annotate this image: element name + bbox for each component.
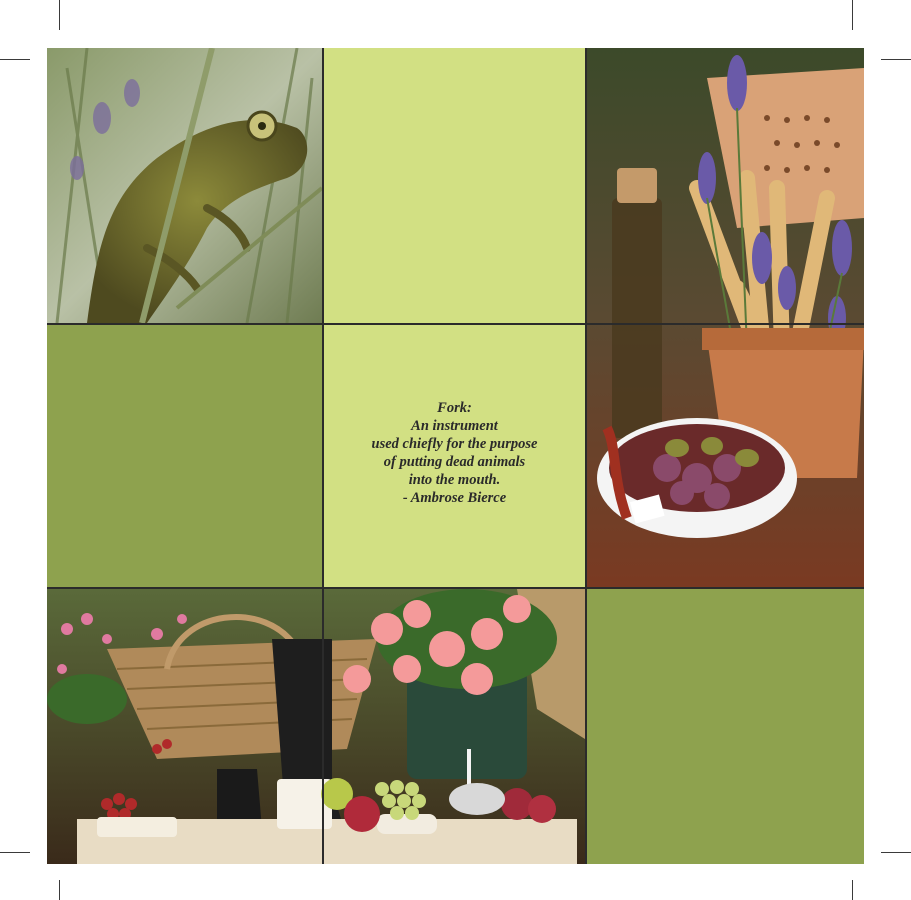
quote-line: Fork: — [437, 400, 472, 416]
crop-mark-top-left-v — [59, 0, 60, 30]
print-page: Fork: An instrument used chiefly for the… — [0, 0, 911, 900]
fork-quote: Fork: An instrument used chiefly for the… — [324, 399, 585, 507]
collage-grid: Fork: An instrument used chiefly for the… — [47, 48, 864, 864]
crop-mark-right-bottom-h — [881, 852, 911, 853]
chameleon-photo — [47, 48, 322, 323]
olive-panel-middle-left — [47, 325, 322, 587]
quote-line: used chiefly for the purpose — [371, 436, 538, 452]
crop-mark-bottom-left-v — [59, 880, 60, 900]
olive-panel-bottom-right — [587, 589, 864, 864]
quote-line: into the mouth. — [408, 472, 501, 488]
lavender-breadsticks-olives-photo — [587, 48, 864, 587]
crop-mark-left-bottom-h — [0, 852, 30, 853]
quote-line: An instrument — [411, 418, 498, 434]
quote-panel: Fork: An instrument used chiefly for the… — [324, 325, 585, 587]
light-green-panel-top — [324, 48, 585, 323]
quote-attribution: - Ambrose Bierce — [402, 490, 507, 506]
crop-mark-right-top-h — [881, 59, 911, 60]
crop-mark-top-right-v — [852, 0, 853, 30]
garden-market-table-photo — [47, 589, 585, 864]
quote-line: of putting dead animals — [383, 454, 526, 470]
crop-mark-left-top-h — [0, 59, 30, 60]
crop-mark-bottom-right-v — [852, 880, 853, 900]
